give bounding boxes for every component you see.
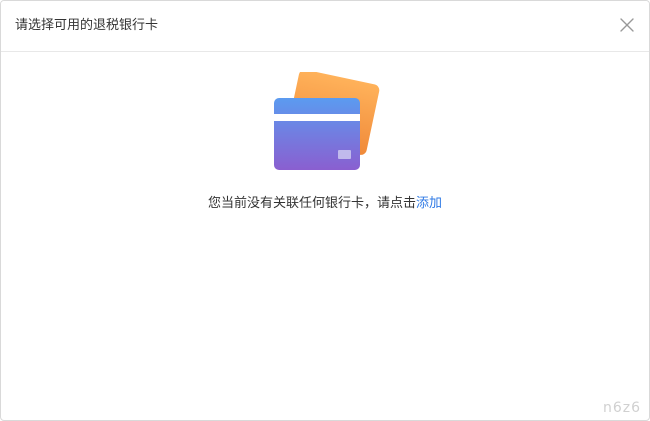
empty-message-text: 您当前没有关联任何银行卡，请点击 [207,196,416,211]
dialog-title: 请选择可用的退税银行卡 [15,18,159,33]
dialog: 请选择可用的退税银行卡 您当前没有关联任何银行卡，请点击添加 n6z6 [0,0,650,421]
bank-card-icon [269,69,381,172]
empty-message: 您当前没有关联任何银行卡，请点击添加 [1,195,649,213]
close-button[interactable] [619,17,635,33]
dialog-header: 请选择可用的退税银行卡 [1,1,649,52]
add-bank-card-link[interactable]: 添加 [416,196,442,211]
watermark: n6z6 [602,400,641,416]
dialog-body: 您当前没有关联任何银行卡，请点击添加 [1,52,649,420]
close-icon[interactable] [619,17,635,33]
